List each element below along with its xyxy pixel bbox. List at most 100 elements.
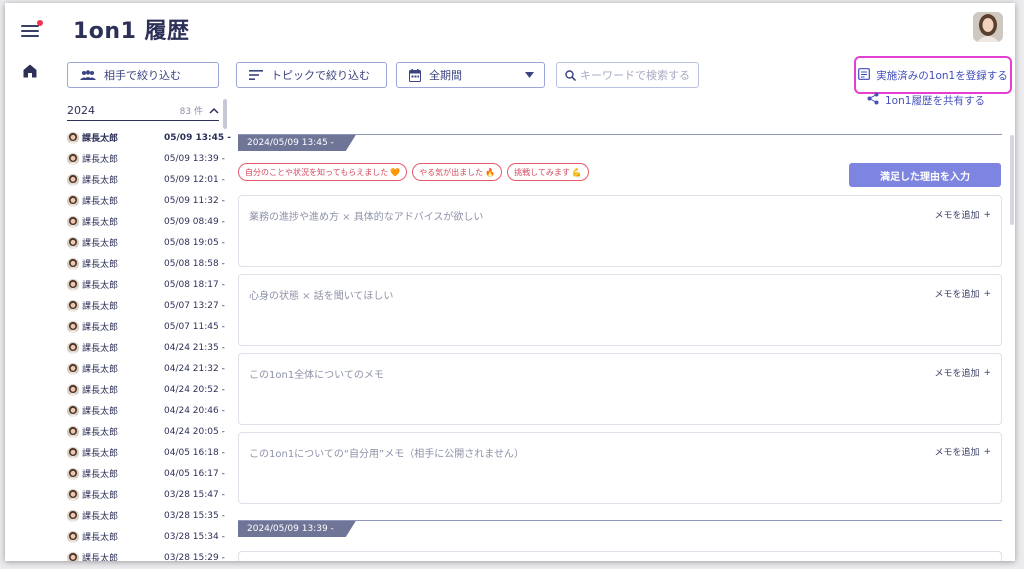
history-item[interactable]: 課長太郎 05/08 18:58 - xyxy=(67,253,225,274)
history-item[interactable]: 課長太郎 05/09 08:49 - xyxy=(67,211,225,232)
app-window: 1on1 履歴 相手で絞り込む トピックで絞り込む 全期間 キーワードで検索する… xyxy=(5,3,1015,561)
history-item-name: 課長太郎 xyxy=(82,386,119,396)
avatar xyxy=(67,131,79,144)
avatar xyxy=(67,215,79,228)
plus-icon: + xyxy=(983,367,991,378)
history-item[interactable]: 課長太郎 04/24 21:32 - xyxy=(67,358,225,379)
session-date: 2024/05/09 13:45 - xyxy=(238,135,356,151)
feedback-tag: 挑戦してみます 💪 xyxy=(507,163,589,181)
history-item-date: 03/28 15:29 - xyxy=(164,552,225,562)
heart-icon: 🧡 xyxy=(390,167,401,177)
memo-card: 業務の進捗や進め方 × 具体的なアドバイスが欲しい メモを追加 + xyxy=(238,195,1002,267)
home-icon[interactable] xyxy=(22,63,38,79)
memo-title: 心身の状態 × 話を聞いてほしい xyxy=(249,291,394,302)
history-item-date: 05/07 13:27 - xyxy=(164,300,225,311)
avatar xyxy=(67,341,79,354)
history-item[interactable]: 課長太郎 03/28 15:35 - xyxy=(67,505,225,526)
history-item-date: 04/24 20:52 - xyxy=(164,384,225,395)
main-scrollbar[interactable] xyxy=(1010,135,1014,225)
history-item[interactable]: 課長太郎 04/24 20:05 - xyxy=(67,421,225,442)
add-memo-button[interactable]: メモを追加 + xyxy=(934,208,991,222)
memo-card: 心身の状態 × 話を聞いてほしい メモを追加 + xyxy=(238,274,1002,346)
avatar xyxy=(67,152,79,165)
feedback-tag: やる気が出ました 🔥 xyxy=(412,163,503,181)
history-item[interactable]: 課長太郎 03/28 15:29 - xyxy=(67,547,225,562)
history-item[interactable]: 課長太郎 04/05 16:17 - xyxy=(67,463,225,484)
people-icon xyxy=(80,70,96,80)
history-item-name: 課長太郎 xyxy=(82,554,119,561)
history-item-name: 課長太郎 xyxy=(82,302,119,312)
add-memo-button[interactable]: メモを追加 + xyxy=(934,445,991,459)
avatar xyxy=(67,236,79,249)
avatar xyxy=(67,383,79,396)
fire-icon: 🔥 xyxy=(485,167,496,177)
history-item[interactable]: 課長太郎 03/28 15:47 - xyxy=(67,484,225,505)
history-item-name: 課長太郎 xyxy=(82,218,119,228)
history-item-name: 課長太郎 xyxy=(82,533,119,543)
add-memo-button[interactable]: メモを追加 + xyxy=(934,366,991,380)
memo-title: 業務の進捗や進め方 × 具体的なアドバイスが欲しい xyxy=(249,212,484,223)
history-item[interactable]: 課長太郎 05/09 12:01 - xyxy=(67,169,225,190)
avatar xyxy=(67,446,79,459)
feedback-tags: 自分のことや状況を知ってもらえました 🧡 やる気が出ました 🔥 挑戦してみます 💪 xyxy=(238,163,589,181)
avatar xyxy=(67,509,79,522)
avatar xyxy=(67,530,79,543)
session-header: 2024/05/09 13:45 - xyxy=(238,134,1002,150)
history-item-name: 課長太郎 xyxy=(82,407,119,417)
history-item[interactable]: 課長太郎 05/09 13:39 - xyxy=(67,148,225,169)
menu-icon[interactable] xyxy=(21,20,43,39)
history-item-date: 04/24 21:32 - xyxy=(164,363,225,374)
history-item-date: 03/28 15:34 - xyxy=(164,531,225,542)
history-item[interactable]: 課長太郎 05/07 13:27 - xyxy=(67,295,225,316)
session-date: 2024/05/09 13:39 - xyxy=(238,521,356,537)
history-item[interactable]: 課長太郎 05/08 19:05 - xyxy=(67,232,225,253)
history-item[interactable]: 課長太郎 04/24 20:52 - xyxy=(67,379,225,400)
history-item-date: 04/24 20:46 - xyxy=(164,405,225,416)
history-item-date: 05/09 12:01 - xyxy=(164,174,225,185)
history-item-name: 課長太郎 xyxy=(82,344,119,354)
page-title: 1on1 履歴 xyxy=(73,19,190,44)
history-item-date: 04/05 16:18 - xyxy=(164,447,225,458)
history-item[interactable]: 課長太郎 05/07 11:45 - xyxy=(67,316,225,337)
history-item-date: 05/09 13:39 - xyxy=(164,153,225,164)
feedback-tag: 自分のことや状況を知ってもらえました 🧡 xyxy=(238,163,408,181)
history-item-name: 課長太郎 xyxy=(82,470,119,480)
history-item-date: 05/08 18:17 - xyxy=(164,279,225,290)
plus-icon: + xyxy=(983,209,991,220)
chevron-up-icon[interactable] xyxy=(209,107,219,114)
session-header: 2024/05/09 13:39 - xyxy=(238,520,1002,536)
history-item-date: 04/24 20:05 - xyxy=(164,426,225,437)
add-memo-button[interactable]: メモを追加 + xyxy=(934,287,991,301)
avatar xyxy=(67,194,79,207)
history-item[interactable]: 課長太郎 04/24 21:35 - xyxy=(67,337,225,358)
history-sidebar: 2024 83 件 課長太郎 05/09 13:45 - 課長太郎 05/09 13:… xyxy=(67,103,231,562)
history-item-name: 課長太郎 xyxy=(82,428,119,438)
memo-title: この1on1についての“自分用”メモ（相手に公開されません） xyxy=(249,449,524,460)
history-item[interactable]: 課長太郎 04/24 20:46 - xyxy=(67,400,225,421)
history-item-date: 03/28 15:35 - xyxy=(164,510,225,521)
partner-filter-label: 相手で絞り込む xyxy=(104,69,181,82)
avatar xyxy=(67,320,79,333)
plus-icon: + xyxy=(983,446,991,457)
history-item-name: 課長太郎 xyxy=(82,134,119,144)
memo-card: この1on1についての“自分用”メモ（相手に公開されません） メモを追加 + xyxy=(238,432,1002,504)
history-item[interactable]: 課長太郎 03/28 15:34 - xyxy=(67,526,225,547)
history-item-name: 課長太郎 xyxy=(82,281,119,291)
history-item[interactable]: 課長太郎 05/08 18:17 - xyxy=(67,274,225,295)
history-scrollbar[interactable] xyxy=(223,99,227,129)
history-item[interactable]: 課長太郎 04/05 16:18 - xyxy=(67,442,225,463)
avatar xyxy=(67,173,79,186)
partner-filter-button[interactable]: 相手で絞り込む xyxy=(67,62,219,88)
avatar xyxy=(67,278,79,291)
satisfaction-reason-button[interactable]: 満足した理由を入力 xyxy=(849,163,1001,187)
history-item[interactable]: 課長太郎 05/09 11:32 - xyxy=(67,190,225,211)
history-item-date: 05/09 13:45 - xyxy=(164,132,231,143)
avatar xyxy=(67,551,79,561)
history-item[interactable]: 課長太郎 05/09 13:45 - xyxy=(67,127,231,148)
avatar xyxy=(67,467,79,480)
history-item-name: 課長太郎 xyxy=(82,155,119,165)
avatar xyxy=(67,299,79,312)
history-item-name: 課長太郎 xyxy=(82,365,119,375)
history-item-name: 課長太郎 xyxy=(82,176,119,186)
avatar xyxy=(67,404,79,417)
